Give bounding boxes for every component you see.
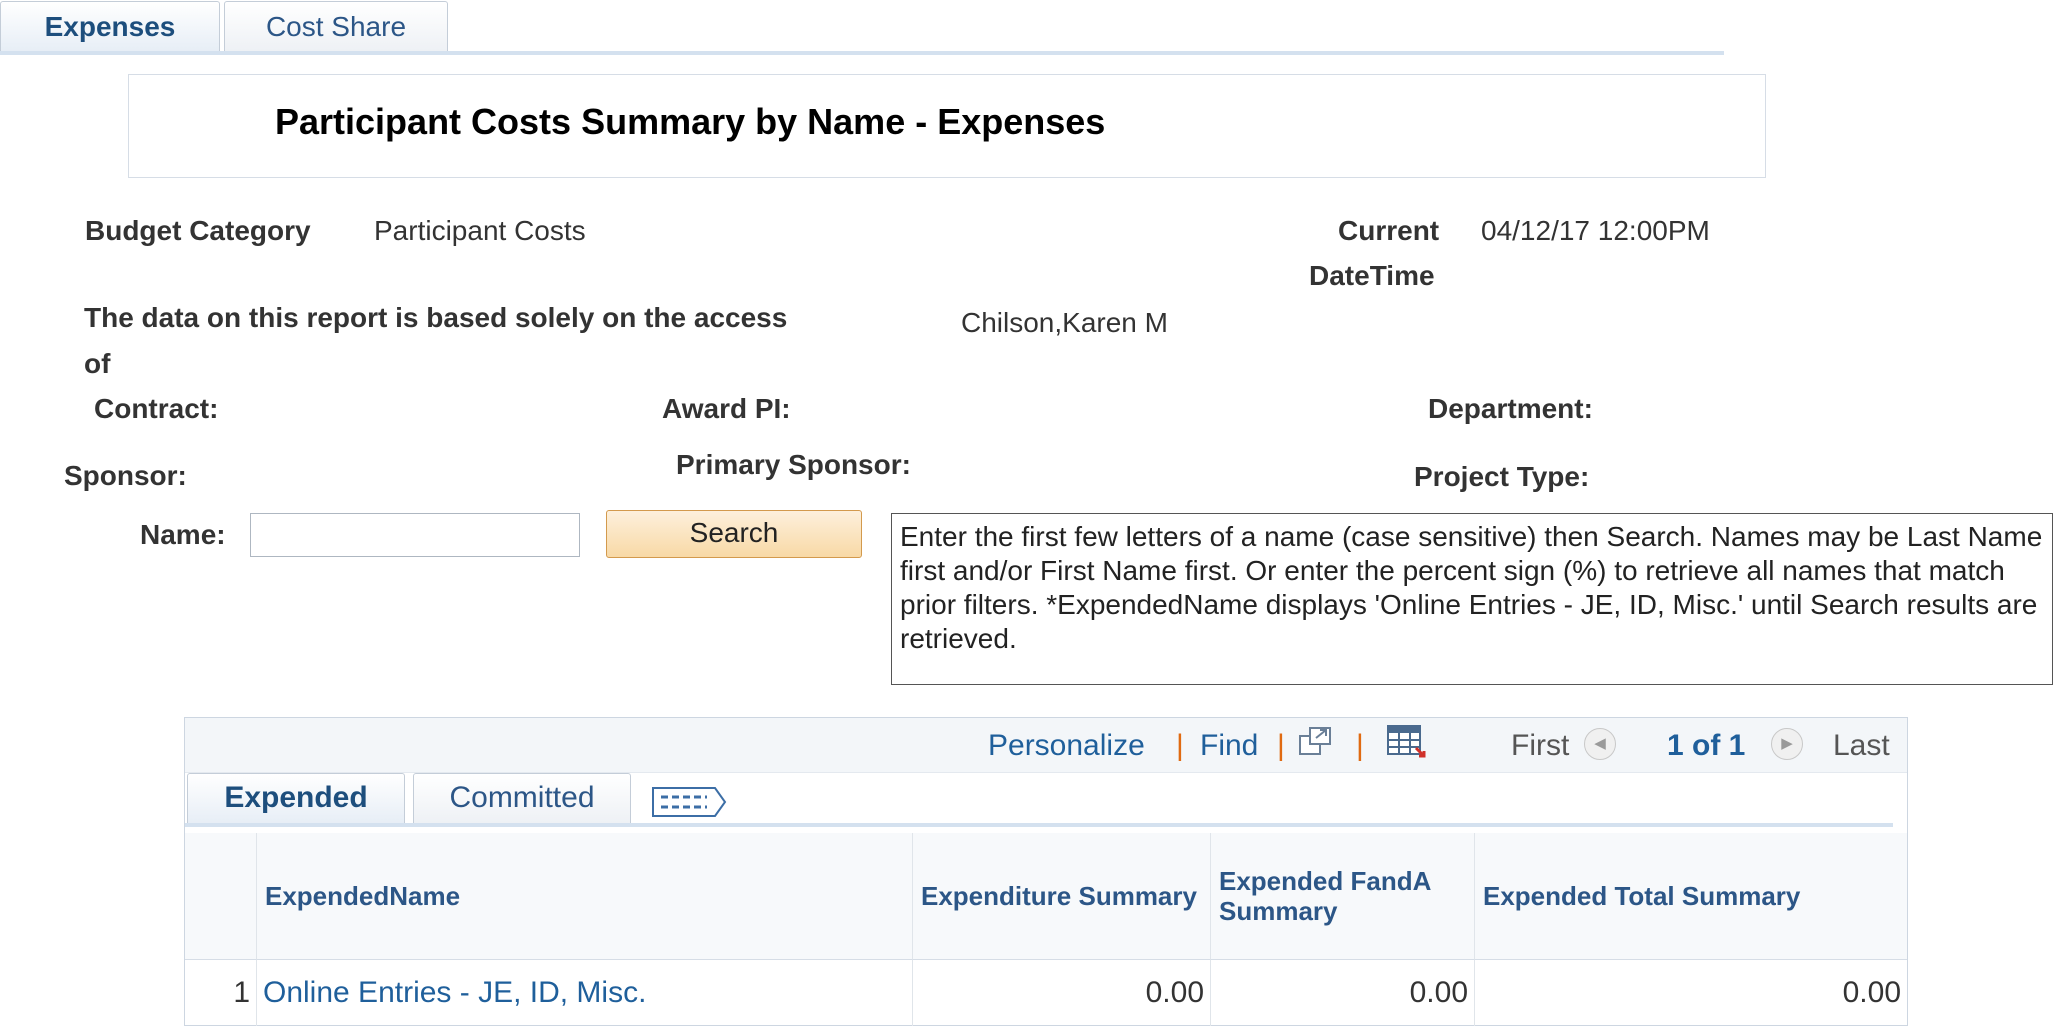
nav-separator: | (1356, 729, 1364, 762)
tab-expenses[interactable]: Expenses (0, 1, 220, 51)
budget-category-label: Budget Category (85, 215, 311, 246)
budget-category-value: Participant Costs (374, 215, 586, 246)
contract-label: Contract: (94, 393, 219, 424)
tab-committed[interactable]: Committed (413, 773, 631, 823)
expended-grid: Personalize | Find | | First ◀ 1 of 1 ▶ … (184, 717, 1908, 1026)
current-datetime-label-2: DateTime (1309, 260, 1435, 291)
tab-cost-share[interactable]: Cost Share (224, 1, 448, 51)
row-count: 1 of 1 (1667, 729, 1746, 762)
search-button[interactable]: Search (606, 510, 862, 558)
access-label: The data on this report is based solely … (84, 302, 788, 333)
tab-underline (0, 51, 1724, 55)
previous-arrow-icon[interactable]: ◀ (1584, 728, 1616, 760)
page-title: Participant Costs Summary by Name - Expe… (275, 101, 1106, 142)
current-datetime-label: Current (1338, 215, 1440, 246)
name-search-input[interactable] (250, 513, 580, 557)
access-user-value: Chilson,Karen M (961, 307, 1168, 338)
search-help-text: Enter the first few letters of a name (c… (891, 513, 2053, 685)
department-label: Department: (1428, 393, 1593, 424)
grid-tab-underline (185, 823, 1893, 827)
column-header-expended-fanda-summary[interactable]: Expended FandA Summary (1211, 833, 1475, 960)
project-type-label: Project Type: (1414, 461, 1590, 492)
report-title-box: Participant Costs Summary by Name - Expe… (128, 74, 1766, 178)
column-header-expended-total-summary[interactable]: Expended Total Summary (1475, 833, 1907, 960)
name-label: Name: (140, 519, 226, 550)
expenditure-summary-value: 0.00 (913, 960, 1211, 1026)
find-link[interactable]: Find (1200, 728, 1258, 764)
last-link: Last (1833, 729, 1890, 762)
show-all-columns-icon[interactable] (651, 786, 729, 818)
award-pi-label: Award PI: (662, 393, 791, 424)
access-label-2: of (84, 348, 111, 379)
column-header-expenditure-summary[interactable]: Expenditure Summary (913, 833, 1211, 960)
current-datetime-value: 04/12/17 12:00PM (1481, 215, 1710, 246)
next-arrow-icon[interactable]: ▶ (1771, 728, 1803, 760)
sponsor-label: Sponsor: (64, 460, 187, 491)
first-link: First (1511, 729, 1570, 762)
personalize-link[interactable]: Personalize (988, 728, 1145, 764)
expended-name-link[interactable]: Online Entries - JE, ID, Misc. (257, 960, 913, 1026)
tab-expended[interactable]: Expended (187, 773, 405, 823)
row-number-header (185, 833, 257, 960)
expended-total-value: 0.00 (1842, 976, 1901, 1009)
column-header-expended-name[interactable]: ExpendedName (257, 833, 913, 960)
primary-sponsor-label: Primary Sponsor: (676, 449, 911, 480)
nav-separator: | (1176, 729, 1184, 762)
grid-navigation-bar: Personalize | Find | | First ◀ 1 of 1 ▶ … (185, 718, 1907, 773)
nav-separator: | (1277, 729, 1285, 762)
row-number: 1 (185, 960, 257, 1026)
expended-fanda-value: 0.00 (1211, 960, 1475, 1026)
new-window-icon[interactable] (1298, 726, 1334, 758)
download-grid-icon[interactable] (1386, 724, 1428, 760)
